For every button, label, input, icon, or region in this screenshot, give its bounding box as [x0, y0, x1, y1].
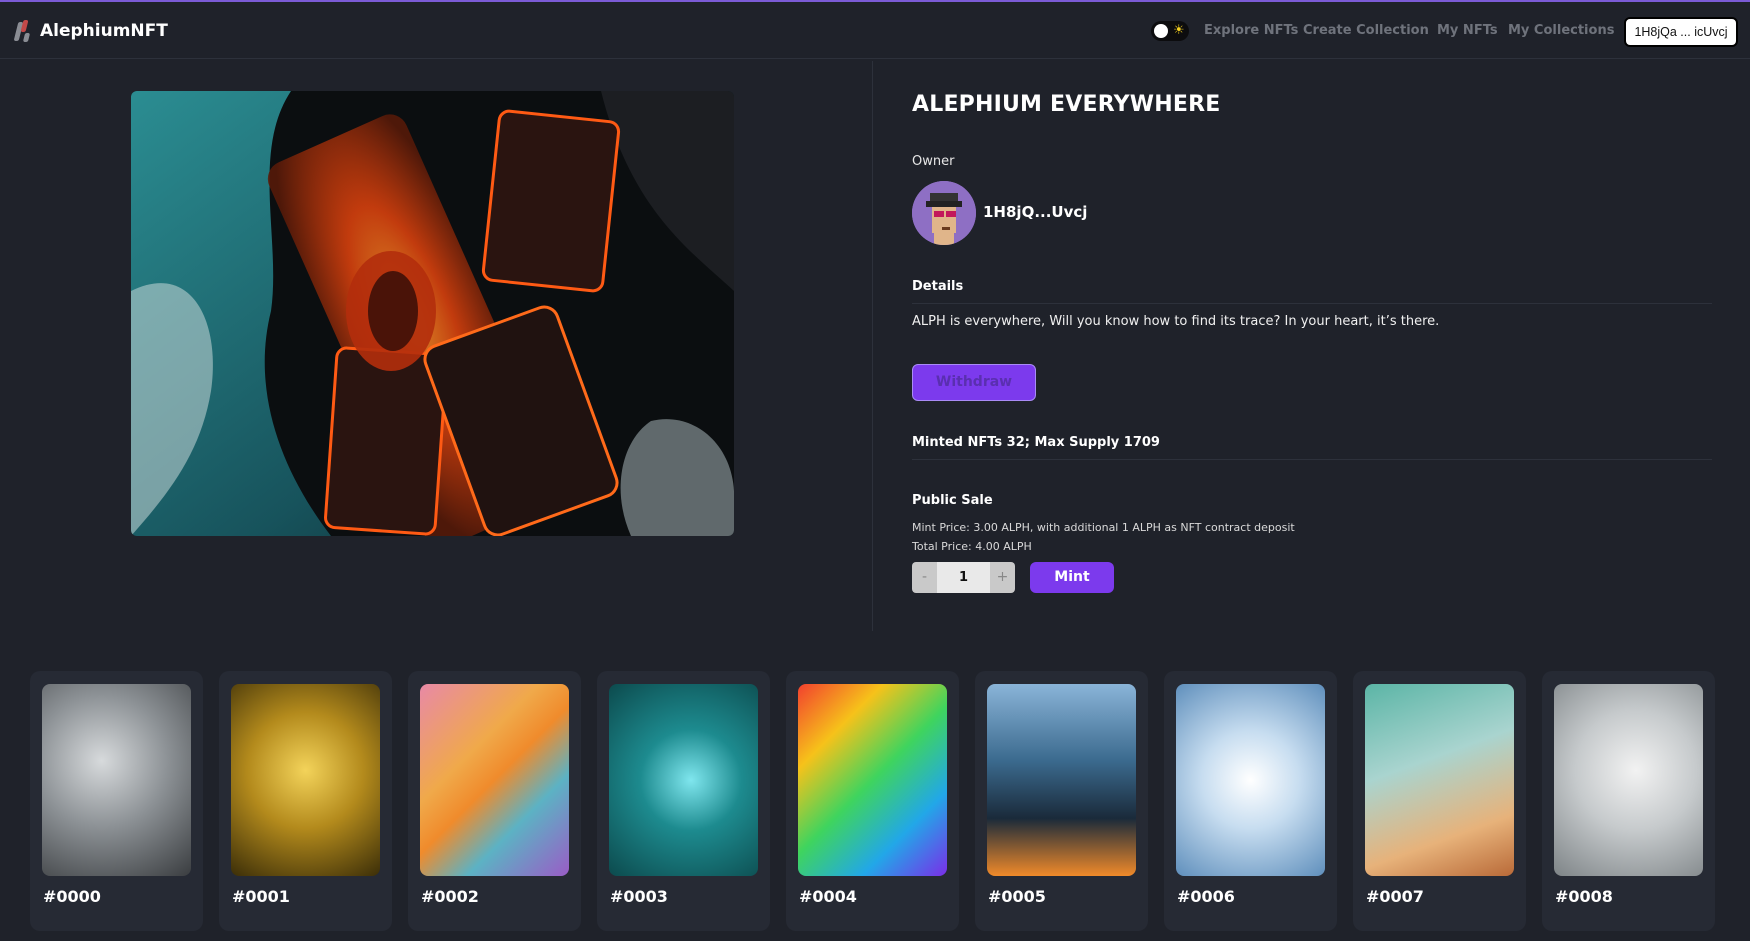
- alephium-logo-icon: [13, 20, 31, 42]
- details-divider: [912, 303, 1712, 304]
- quantity-stepper: - 1 +: [912, 562, 1015, 593]
- nft-main-image: [131, 91, 734, 536]
- nft-card[interactable]: #0000: [30, 671, 203, 931]
- mint-price: Mint Price: 3.00 ALPH, with additional 1…: [912, 521, 1295, 534]
- owner-address[interactable]: 1H8jQ...Uvcj: [983, 203, 1087, 221]
- public-sale-label: Public Sale: [912, 493, 993, 508]
- nft-card-label: #0007: [1366, 887, 1424, 906]
- nft-card[interactable]: #0007: [1353, 671, 1526, 931]
- nft-card-image: [420, 684, 569, 876]
- nft-card-image: [1365, 684, 1514, 876]
- nft-card-label: #0002: [421, 887, 479, 906]
- brand[interactable]: AlephiumNFT: [13, 20, 168, 42]
- top-navbar: AlephiumNFT ☀ Explore NFTs Create Collec…: [0, 2, 1750, 59]
- nft-description: ALPH is everywhere, Will you know how to…: [912, 314, 1440, 329]
- nft-card[interactable]: #0002: [408, 671, 581, 931]
- nft-card-image: [231, 684, 380, 876]
- details-label: Details: [912, 279, 964, 294]
- nft-card-image: [1554, 684, 1703, 876]
- toggle-knob: [1154, 24, 1168, 38]
- nft-card-label: #0006: [1177, 887, 1235, 906]
- nft-card-label: #0003: [610, 887, 668, 906]
- nft-card-image: [609, 684, 758, 876]
- nft-card[interactable]: #0003: [597, 671, 770, 931]
- minted-divider: [912, 459, 1712, 460]
- panel-divider: [872, 61, 873, 631]
- theme-toggle[interactable]: ☀: [1151, 21, 1189, 41]
- minted-supply-info: Minted NFTs 32; Max Supply 1709: [912, 435, 1160, 450]
- brand-name: AlephiumNFT: [40, 21, 168, 41]
- nav-my-nfts[interactable]: My NFTs: [1437, 23, 1498, 38]
- nft-card[interactable]: #0005: [975, 671, 1148, 931]
- nft-card-label: #0008: [1555, 887, 1613, 906]
- nft-card[interactable]: #0006: [1164, 671, 1337, 931]
- sun-icon: ☀: [1173, 23, 1185, 38]
- nft-card[interactable]: #0008: [1542, 671, 1715, 931]
- nft-card-image: [1176, 684, 1325, 876]
- nft-card-image: [798, 684, 947, 876]
- nft-card-grid: #0000 #0001 #0002 #0003 #0004 #0005 #000…: [30, 671, 1720, 941]
- nft-card-image: [42, 684, 191, 876]
- nav-explore-nfts[interactable]: Explore NFTs: [1204, 23, 1298, 38]
- nft-card[interactable]: #0001: [219, 671, 392, 931]
- increment-button[interactable]: +: [990, 562, 1015, 593]
- withdraw-button[interactable]: Withdraw: [912, 364, 1036, 401]
- total-price: Total Price: 4.00 ALPH: [912, 540, 1032, 553]
- nft-card-label: #0004: [799, 887, 857, 906]
- mint-button[interactable]: Mint: [1030, 562, 1114, 593]
- nav-my-collections[interactable]: My Collections: [1508, 23, 1614, 38]
- quantity-input[interactable]: 1: [937, 562, 990, 593]
- nft-title: ALEPHIUM EVERYWHERE: [912, 92, 1221, 117]
- nft-card-label: #0000: [43, 887, 101, 906]
- nft-card[interactable]: #0004: [786, 671, 959, 931]
- nft-card-image: [987, 684, 1136, 876]
- wallet-address-button[interactable]: 1H8jQa ... icUvcj: [1624, 17, 1738, 47]
- owner-label: Owner: [912, 154, 955, 169]
- decrement-button[interactable]: -: [912, 562, 937, 593]
- nft-card-label: #0005: [988, 887, 1046, 906]
- nft-card-label: #0001: [232, 887, 290, 906]
- owner-avatar[interactable]: [912, 181, 976, 245]
- nav-create-collection[interactable]: Create Collection: [1303, 23, 1429, 38]
